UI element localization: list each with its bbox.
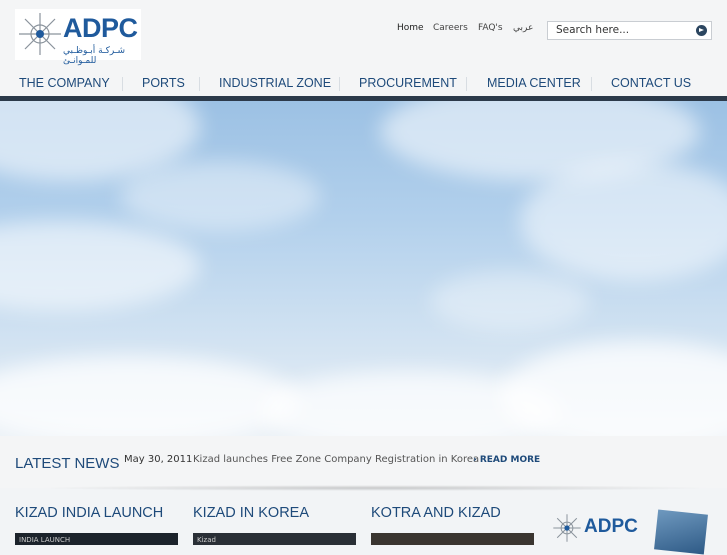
thumbnail-caption: INDIA LAUNCH — [19, 536, 71, 544]
site-header: ADPC شـركـة أبـوظـبي للمـوانـئ Home Care… — [0, 0, 727, 68]
cloud — [500, 341, 727, 436]
read-more-link[interactable]: › READ MORE — [473, 455, 540, 465]
latest-news-heading: LATEST NEWS — [15, 455, 120, 472]
thumbnail-caption: Kizad — [197, 536, 216, 544]
top-link-arabic[interactable]: عربي — [513, 23, 533, 33]
news-headline[interactable]: Kizad launches Free Zone Company Registr… — [193, 454, 479, 465]
card-title-kotra-and-kizad[interactable]: KOTRA AND KIZAD — [371, 505, 501, 521]
nav-item-the-company[interactable]: THE COMPANY — [19, 76, 110, 90]
main-nav: THE COMPANY PORTS INDUSTRIAL ZONE PROCUR… — [0, 68, 727, 97]
compass-star-icon — [553, 514, 581, 542]
brochure-image — [654, 509, 708, 555]
read-more-label: READ MORE — [479, 455, 541, 465]
nav-divider — [199, 77, 200, 91]
compass-star-icon — [19, 13, 61, 55]
logo-subtitle: شـركـة أبـوظـبي للمـوانـئ — [63, 46, 126, 66]
logo-text: ADPC — [63, 13, 138, 43]
card-title-kizad-in-korea[interactable]: KIZAD IN KOREA — [193, 505, 309, 521]
adpc-logo[interactable]: ADPC شـركـة أبـوظـبي للمـوانـئ — [15, 9, 141, 66]
nav-divider — [122, 77, 123, 91]
card-thumbnail-korea[interactable]: Kizad — [193, 533, 356, 545]
news-date: May 30, 2011 — [124, 454, 193, 465]
top-link-careers[interactable]: Careers — [433, 23, 468, 33]
top-link-faqs[interactable]: FAQ's — [478, 23, 503, 33]
search-box — [547, 21, 712, 40]
search-submit-icon[interactable] — [696, 25, 707, 36]
search-input[interactable] — [556, 23, 686, 37]
cloud — [520, 161, 727, 281]
cloud — [120, 161, 320, 231]
nav-divider — [339, 77, 340, 91]
cloud — [430, 271, 590, 331]
nav-item-contact-us[interactable]: CONTACT US — [611, 76, 691, 90]
latest-news-bar: LATEST NEWS May 30, 2011 Kizad launches … — [0, 436, 727, 488]
nav-divider — [591, 77, 592, 91]
news-bar-shadow — [35, 485, 715, 491]
cloud — [0, 356, 300, 436]
cloud — [0, 221, 200, 311]
hero-sky-banner — [0, 101, 727, 436]
nav-item-industrial-zone[interactable]: INDUSTRIAL ZONE — [219, 76, 331, 90]
card-thumbnail-kotra[interactable] — [371, 533, 534, 545]
nav-item-procurement[interactable]: PROCUREMENT — [359, 76, 457, 90]
nav-item-ports[interactable]: PORTS — [142, 76, 185, 90]
nav-divider — [466, 77, 467, 91]
nav-item-media-center[interactable]: MEDIA CENTER — [487, 76, 581, 90]
card-thumbnail-india-launch[interactable]: INDIA LAUNCH — [15, 533, 178, 545]
promo-logo-text: ADPC — [584, 516, 638, 537]
card-title-kizad-india-launch[interactable]: KIZAD INDIA LAUNCH — [15, 505, 163, 521]
chevron-right-icon: › — [473, 455, 480, 465]
top-link-home[interactable]: Home — [397, 23, 424, 33]
adpc-promo-banner[interactable]: ADPC — [548, 505, 713, 555]
